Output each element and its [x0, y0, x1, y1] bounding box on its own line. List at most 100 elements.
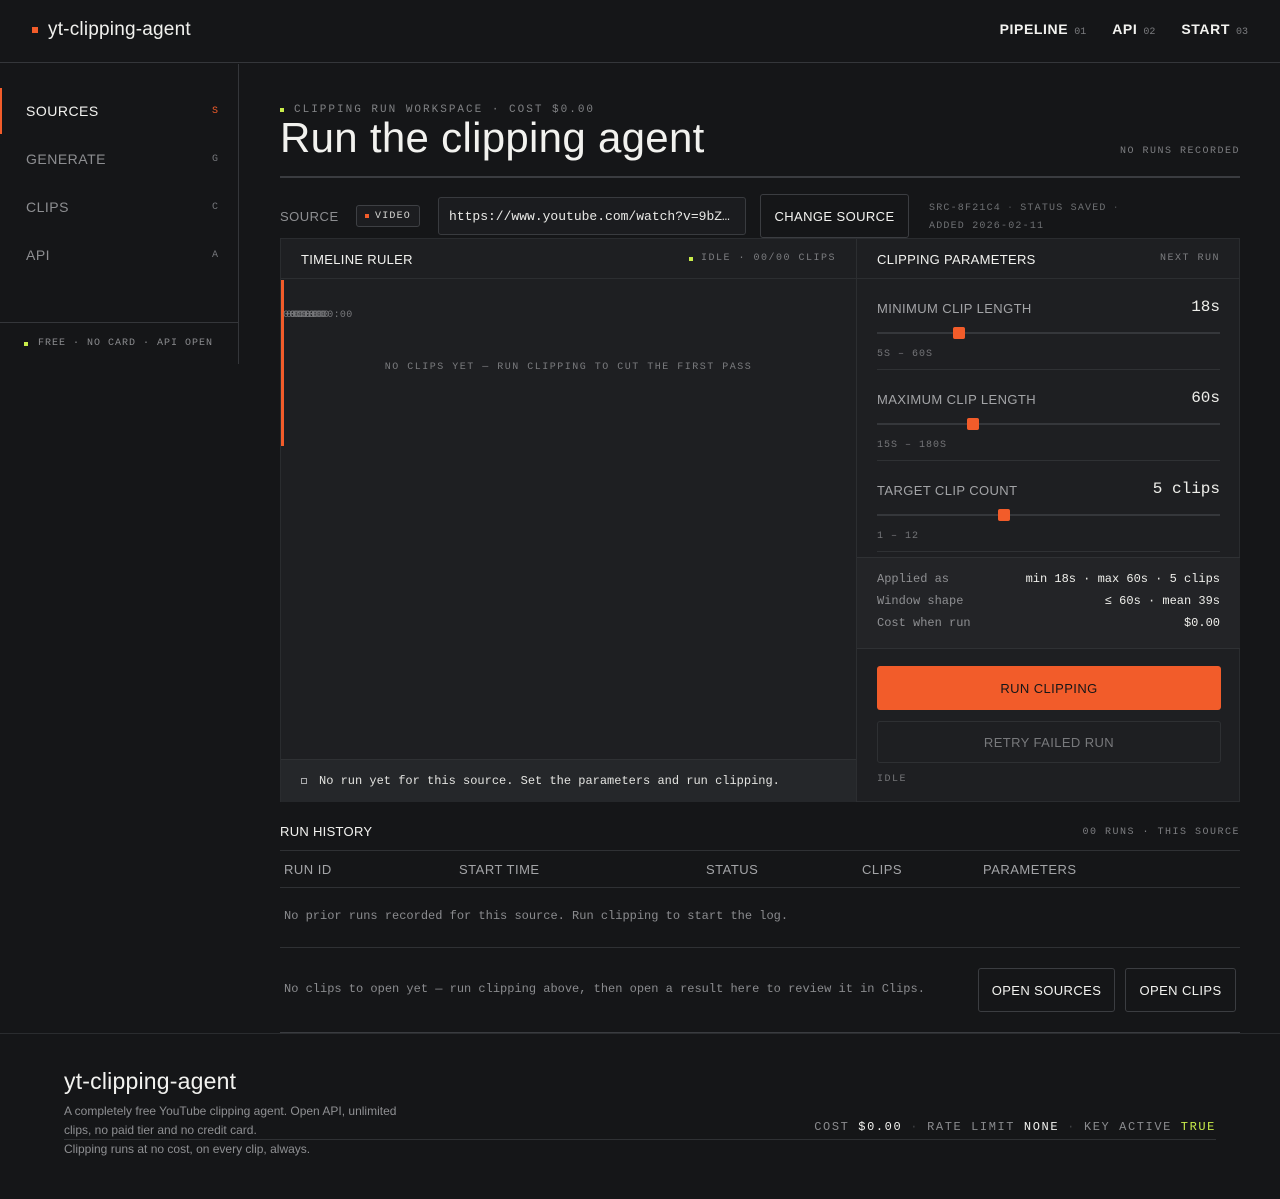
source-url-input[interactable]	[438, 197, 746, 235]
summary-key: Applied as	[877, 572, 950, 586]
video-dot-icon	[365, 214, 369, 218]
source-label: SOURCE	[280, 209, 339, 224]
timeline-empty-message: NO CLIPS YET — RUN CLIPPING TO CUT THE F…	[384, 362, 753, 373]
param-value: 18s	[1191, 298, 1220, 316]
param-label: MINIMUM CLIP LENGTH	[877, 301, 1032, 316]
sidebar-item-generate[interactable]: GENERATE G	[0, 136, 238, 182]
param-target-clip-count: TARGET CLIP COUNT 5 clips 1 – 12	[877, 461, 1220, 552]
tick-label: 00:00	[321, 310, 353, 321]
brand[interactable]: yt-clipping-agent	[32, 19, 191, 41]
column-header[interactable]: STATUS	[706, 862, 758, 877]
timeline-title: TIMELINE RULER	[301, 252, 413, 267]
footer-description: A completely free YouTube clipping agent…	[64, 1104, 397, 1137]
summary-value: ≤ 60s · mean 39s	[1104, 594, 1220, 608]
source-type-label: VIDEO	[375, 210, 412, 222]
sidebar-footer-text: FREE · NO CARD · API OPEN	[38, 338, 214, 349]
slider-thumb[interactable]	[953, 327, 966, 339]
status-dot-icon	[688, 256, 693, 261]
key-active-label: KEY ACTIVE	[1083, 1120, 1172, 1134]
change-source-button[interactable]: CHANGE SOURCE	[760, 194, 909, 238]
topnav-label: PIPELINE	[999, 21, 1069, 37]
summary-value: min 18s · max 60s · 5 clips	[1025, 572, 1220, 586]
slider-thumb[interactable]	[997, 509, 1010, 521]
status-dot-icon	[24, 341, 28, 346]
slider-track[interactable]	[877, 514, 1220, 516]
column-header[interactable]: RUN ID	[284, 862, 332, 877]
open-sources-button[interactable]: OPEN SOURCES	[978, 968, 1115, 1012]
key-active-value: TRUE	[1180, 1120, 1216, 1134]
run-history-title: RUN HISTORY	[280, 824, 373, 839]
column-header[interactable]: PARAMETERS	[983, 862, 1077, 877]
no-runs-label: NO RUNS RECORDED	[1119, 146, 1240, 157]
sidebar-footer: FREE · NO CARD · API OPEN	[0, 322, 238, 364]
open-results-row: No clips to open yet — run clipping abov…	[280, 968, 1240, 1012]
column-header[interactable]: CLIPS	[862, 862, 902, 877]
topnav-number: 03	[1235, 27, 1248, 38]
brand-mark-icon	[32, 27, 38, 33]
sidebar-item-clips[interactable]: CLIPS C	[0, 184, 238, 230]
summary-value: $0.00	[1183, 616, 1220, 630]
topnav-start[interactable]: START 03	[1181, 21, 1248, 38]
source-id: SRC-8F21C4	[929, 203, 1002, 214]
rate-limit-label: RATE LIMIT	[927, 1120, 1016, 1134]
timeline-track[interactable]: 00:00 00:00 00:00 00:00 00:00 00:00 NO C…	[281, 280, 856, 446]
sidebar-item-api[interactable]: API A	[0, 232, 238, 278]
param-max-clip-length: MAXIMUM CLIP LENGTH 60s 15S – 180S	[877, 370, 1220, 461]
run-clipping-button[interactable]: RUN CLIPPING	[877, 666, 1221, 710]
timeline-status-text: IDLE · 00/00 CLIPS	[700, 253, 836, 264]
column-header[interactable]: START TIME	[459, 862, 540, 877]
cost-value: $0.00	[858, 1120, 903, 1134]
run-history-count: 00 RUNS · THIS SOURCE	[1082, 827, 1240, 838]
parameters-summary: Applied as min 18s · max 60s · 5 clips W…	[857, 557, 1240, 649]
summary-row: Applied as min 18s · max 60s · 5 clips	[877, 572, 1220, 594]
timeline-header: TIMELINE RULER IDLE · 00/00 CLIPS	[281, 239, 856, 279]
timeline-note-text: No run yet for this source. Set the para…	[319, 774, 780, 788]
summary-row: Window shape ≤ 60s · mean 39s	[877, 594, 1220, 616]
footer-tagline: Clipping runs at no cost, on every clip,…	[64, 1142, 311, 1156]
sidebar-item-label: API	[26, 247, 51, 263]
status-dot-icon	[280, 108, 284, 112]
sidebar-item-shortcut: C	[211, 201, 218, 213]
param-label: TARGET CLIP COUNT	[877, 483, 1018, 498]
source-type-badge: VIDEO	[356, 205, 421, 227]
sidebar-item-label: SOURCES	[26, 103, 99, 119]
footer-app-name: yt-clipping-agent	[64, 1068, 237, 1094]
topnav-number: 02	[1143, 27, 1156, 38]
topnav-api[interactable]: API 02	[1112, 21, 1155, 38]
top-nav: PIPELINE 01 API 02 START 03	[1000, 21, 1248, 38]
retry-failed-run-button[interactable]: RETRY FAILED RUN	[877, 721, 1221, 763]
timeline-status: IDLE · 00/00 CLIPS	[688, 253, 836, 264]
slider-track[interactable]	[877, 423, 1220, 425]
divider	[280, 947, 1240, 948]
app-name: yt-clipping-agent	[48, 19, 191, 40]
param-value: 60s	[1191, 389, 1220, 407]
param-label: MAXIMUM CLIP LENGTH	[877, 392, 1037, 407]
source-row: SOURCE VIDEO CHANGE SOURCE SRC-8F21C4·ST…	[280, 194, 1240, 238]
summary-key: Cost when run	[877, 616, 971, 630]
top-bar: yt-clipping-agent PIPELINE 01 API 02 STA…	[0, 0, 1280, 63]
parameters-header: CLIPPING PARAMETERS NEXT RUN	[857, 239, 1240, 279]
divider	[64, 1139, 1216, 1140]
param-min-clip-length: MINIMUM CLIP LENGTH 18s 5S – 60S	[877, 279, 1220, 370]
parameters-title: CLIPPING PARAMETERS	[877, 252, 1036, 267]
sidebar-item-sources[interactable]: SOURCES S	[0, 88, 238, 134]
param-range: 5S – 60S	[877, 349, 934, 360]
cost-label: COST	[814, 1120, 850, 1134]
next-run-label: NEXT RUN	[1159, 253, 1220, 264]
topnav-number: 01	[1074, 27, 1087, 38]
timeline-note: No run yet for this source. Set the para…	[281, 759, 856, 802]
parameters-panel: CLIPPING PARAMETERS NEXT RUN MINIMUM CLI…	[857, 239, 1240, 802]
param-range: 1 – 12	[877, 531, 920, 542]
source-added-date: ADDED 2026-02-11	[929, 221, 1045, 232]
topnav-label: START	[1181, 21, 1230, 37]
summary-key: Window shape	[877, 594, 964, 608]
sidebar-item-shortcut: G	[211, 153, 218, 165]
topnav-pipeline[interactable]: PIPELINE 01	[1000, 21, 1087, 38]
page-footer: yt-clipping-agent A completely free YouT…	[0, 1033, 1280, 1199]
slider-thumb[interactable]	[967, 418, 980, 430]
open-clips-button[interactable]: OPEN CLIPS	[1125, 968, 1236, 1012]
param-range: 15S – 180S	[877, 440, 948, 451]
sidebar-item-label: GENERATE	[26, 151, 106, 167]
slider-track[interactable]	[877, 332, 1220, 334]
page-title: Run the clipping agent	[280, 114, 705, 161]
